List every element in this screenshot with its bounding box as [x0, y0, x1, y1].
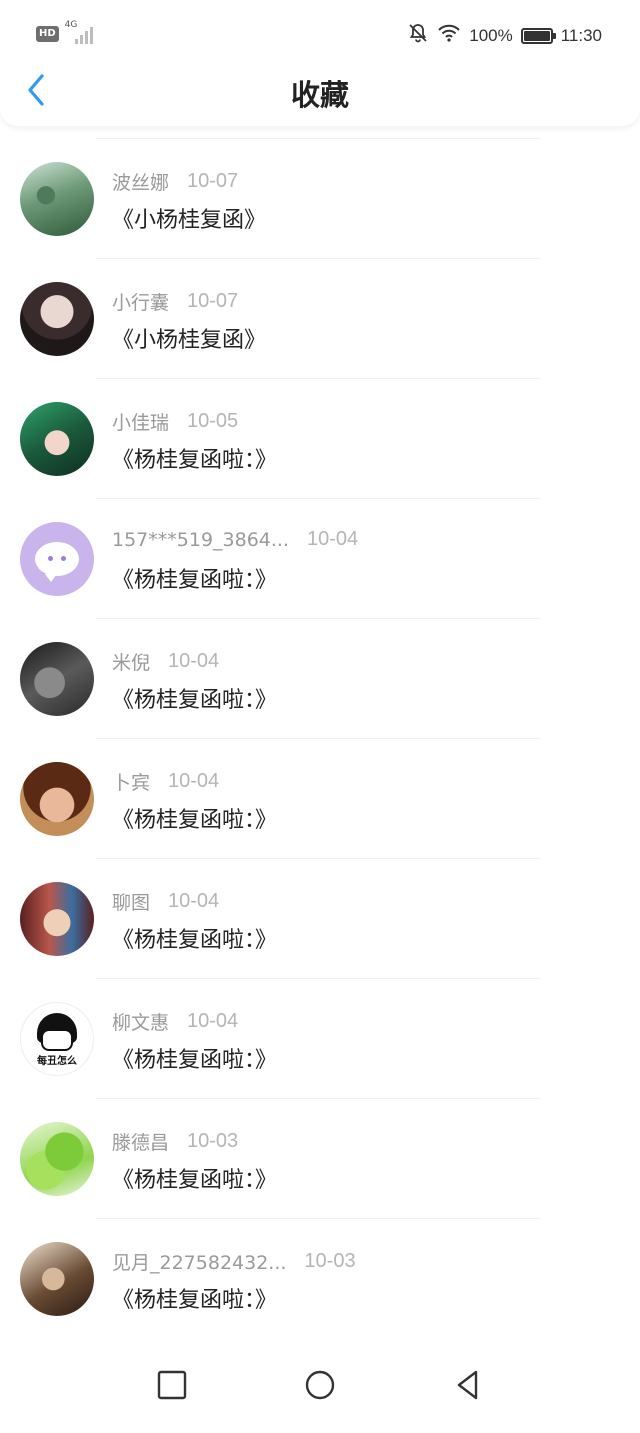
recent-apps-button[interactable]	[150, 1363, 194, 1407]
clock: 11:30	[560, 25, 602, 45]
user-name: 米倪	[112, 652, 151, 674]
item-title: 《杨桂复函啦：》	[112, 1048, 278, 1073]
item-date: 10-03	[304, 1250, 356, 1272]
item-title: 《杨桂复函啦：》	[112, 808, 278, 833]
user-name: 157***519_3864...	[112, 528, 290, 551]
favorites-list: 波丝娜 10-07 《小杨桂复函》 小行囊 10-07 《小杨桂复函》 小佳瑞 10-…	[0, 138, 640, 1338]
item-title: 《杨桂复函啦：》	[112, 448, 278, 473]
divider	[96, 138, 540, 139]
home-button[interactable]	[298, 1363, 342, 1407]
avatar[interactable]	[20, 402, 94, 476]
item-title: 《杨桂复函啦：》	[112, 688, 278, 713]
item-date: 10-03	[187, 1130, 239, 1152]
list-item[interactable]: 波丝娜 10-07 《小杨桂复函》	[0, 138, 640, 258]
divider	[96, 1098, 540, 1099]
item-date: 10-07	[187, 290, 239, 312]
bell-off-icon	[407, 22, 429, 49]
divider	[96, 258, 540, 259]
avatar-caption: 每丑怎么	[37, 1056, 77, 1067]
battery-percent: 100%	[469, 25, 513, 45]
list-item[interactable]: 聊图 10-04 《杨桂复函啦：》	[0, 858, 640, 978]
list-item[interactable]: 滕德昌 10-03 《杨桂复函啦：》	[0, 1098, 640, 1218]
list-item[interactable]: 米倪 10-04 《杨桂复函啦：》	[0, 618, 640, 738]
item-date: 10-04	[307, 528, 359, 550]
meme-face-icon: 每丑怎么	[29, 1011, 85, 1067]
item-title: 《小杨桂复函》	[112, 328, 267, 353]
user-name: 小行囊	[112, 292, 170, 314]
chat-bubble-icon	[35, 542, 79, 582]
circle-icon	[305, 1370, 335, 1400]
user-name: 波丝娜	[112, 172, 170, 194]
divider	[96, 498, 540, 499]
user-name: 卜宾	[112, 772, 151, 794]
avatar[interactable]	[20, 642, 94, 716]
item-date: 10-07	[187, 170, 239, 192]
item-date: 10-04	[168, 890, 220, 912]
header: 收藏	[0, 56, 640, 126]
item-date: 10-04	[187, 1010, 239, 1032]
user-name: 滕德昌	[112, 1132, 170, 1154]
item-date: 10-04	[168, 650, 220, 672]
user-name: 小佳瑞	[112, 412, 170, 434]
user-name: 见月_227582432...	[112, 1252, 287, 1274]
item-date: 10-05	[187, 410, 239, 432]
avatar[interactable]	[20, 882, 94, 956]
page-title: 收藏	[290, 78, 349, 112]
divider	[96, 738, 540, 739]
signal-icon: 4G	[65, 20, 101, 44]
avatar[interactable]	[20, 162, 94, 236]
avatar[interactable]	[20, 762, 94, 836]
list-item[interactable]: 小佳瑞 10-05 《杨桂复函啦：》	[0, 378, 640, 498]
item-title: 《杨桂复函啦：》	[112, 1288, 278, 1313]
divider	[96, 978, 540, 979]
list-item[interactable]: 卜宾 10-04 《杨桂复函啦：》	[0, 738, 640, 858]
item-date: 10-04	[168, 770, 220, 792]
avatar[interactable]	[20, 1242, 94, 1316]
user-name: 聊图	[112, 892, 151, 914]
item-title: 《杨桂复函啦：》	[112, 568, 278, 593]
hd-badge: HD	[36, 26, 59, 42]
square-icon	[157, 1370, 187, 1400]
list-item[interactable]: 小行囊 10-07 《小杨桂复函》	[0, 258, 640, 378]
battery-icon	[520, 27, 556, 44]
item-title: 《杨桂复函啦：》	[112, 928, 278, 953]
list-item[interactable]: 见月_227582432... 10-03 《杨桂复函啦：》	[0, 1218, 640, 1338]
divider	[96, 858, 540, 859]
avatar[interactable]	[20, 522, 94, 596]
avatar[interactable]	[20, 282, 94, 356]
avatar[interactable]: 每丑怎么	[20, 1002, 94, 1076]
divider	[96, 618, 540, 619]
list-item[interactable]: 每丑怎么 柳文惠 10-04 《杨桂复函啦：》	[0, 978, 640, 1098]
wifi-icon	[437, 23, 461, 48]
list-item[interactable]: 157***519_3864... 10-04 《杨桂复函啦：》	[0, 498, 640, 618]
status-left: HD 4G	[36, 20, 101, 44]
user-name: 柳文惠	[112, 1012, 170, 1034]
divider	[96, 1218, 540, 1219]
avatar[interactable]	[20, 1122, 94, 1196]
divider	[96, 378, 540, 379]
triangle-back-icon	[457, 1370, 478, 1400]
item-title: 《杨桂复函啦：》	[112, 1168, 278, 1193]
back-nav-button[interactable]	[446, 1363, 490, 1407]
item-title: 《小杨桂复函》	[112, 208, 267, 233]
system-nav-bar	[0, 1341, 640, 1433]
status-right: 100% 11:30	[407, 22, 602, 49]
